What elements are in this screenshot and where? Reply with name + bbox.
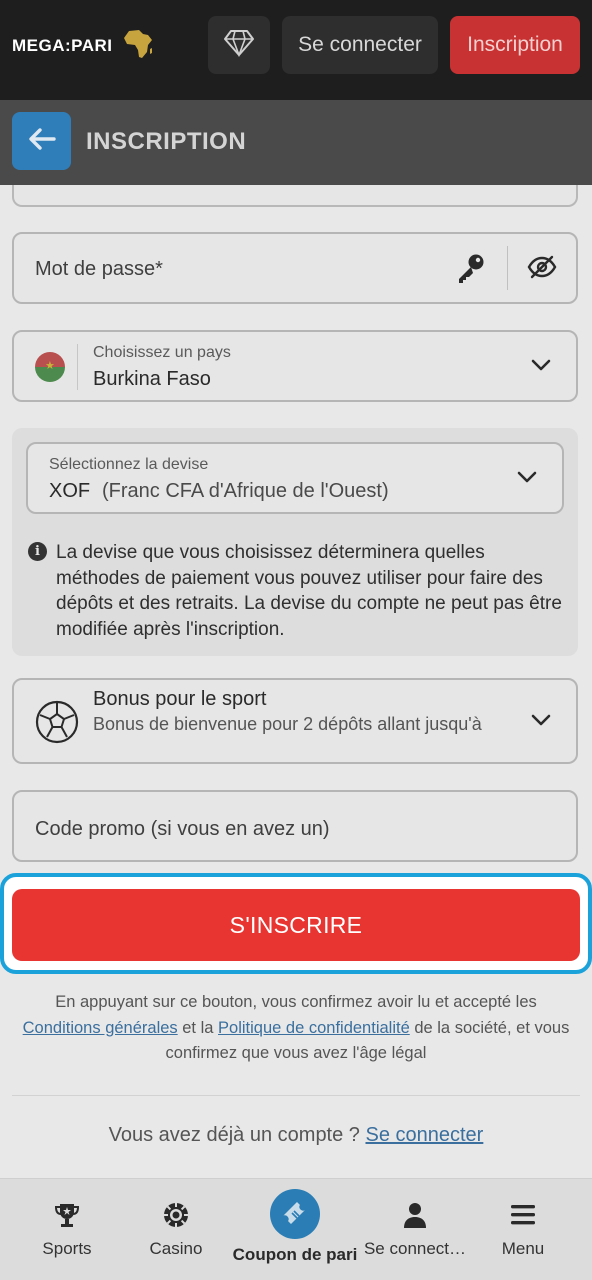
promo-code-field[interactable]: Code promo (si vous en avez un) [12, 790, 578, 862]
field-divider [507, 246, 508, 290]
nav-label: Menu [501, 1239, 545, 1258]
terms-text-part: et la [177, 1018, 219, 1037]
soccer-ball-icon [35, 700, 79, 749]
currency-select[interactable]: Sélectionnez la devise XOF (Franc CFA d'… [26, 442, 564, 514]
submit-highlight: S'INSCRIRE [0, 873, 592, 974]
divider [12, 1095, 580, 1096]
bonus-subtitle: Bonus de bienvenue pour 2 dépôts allant … [93, 714, 482, 734]
top-bar: MEGA:PARI Se connecter Inscription [0, 0, 592, 100]
have-account-line: Vous avez déjà un compte ? Se connecter [0, 1124, 592, 1147]
diamond-icon [223, 29, 255, 62]
back-button[interactable] [12, 112, 71, 170]
currency-name: (Franc CFA d'Afrique de l'Ouest) [102, 480, 389, 502]
nav-item-login[interactable]: Se connect… [360, 1179, 470, 1280]
bonus-title: Bonus pour le sport [93, 688, 267, 710]
ticket-icon [270, 1189, 320, 1239]
country-label: Choisissez un pays [93, 344, 231, 361]
currency-label: Sélectionnez la devise [49, 456, 209, 473]
have-account-question: Vous avez déjà un compte ? [108, 1124, 366, 1146]
info-icon: i [28, 542, 47, 561]
bonus-select[interactable]: Bonus pour le sport Bonus de bienvenue p… [12, 678, 578, 764]
page-title: INSCRIPTION [86, 128, 247, 155]
nav-label: Se connect… [363, 1239, 467, 1258]
terms-text: En appuyant sur ce bouton, vous confirme… [14, 990, 578, 1067]
nav-label: Sports [42, 1239, 92, 1258]
hamburger-icon [509, 1197, 537, 1233]
currency-info-text: La devise que vous choisissez déterminer… [56, 542, 562, 640]
nav-item-casino[interactable]: Casino [131, 1179, 221, 1280]
eye-off-icon[interactable] [527, 254, 557, 285]
chevron-down-icon [530, 358, 552, 377]
promo-placeholder: Code promo (si vous en avez un) [35, 818, 330, 840]
login-link[interactable]: Se connecter [365, 1124, 483, 1146]
header-signup-button[interactable]: Inscription [450, 16, 580, 74]
header-login-button[interactable]: Se connecter [282, 16, 438, 74]
africa-logo-icon [121, 28, 155, 65]
key-icon[interactable] [454, 252, 486, 289]
nav-label: Casino [149, 1239, 203, 1258]
page-header: INSCRIPTION [0, 100, 592, 185]
privacy-link[interactable]: Politique de confidentialité [218, 1019, 410, 1037]
trophy-icon [53, 1197, 81, 1233]
casino-chip-icon [162, 1197, 190, 1233]
chevron-down-icon [530, 713, 552, 732]
logo[interactable]: MEGA:PARI [12, 28, 155, 65]
field-divider [77, 344, 78, 390]
terms-text-part: En appuyant sur ce bouton, vous confirme… [55, 993, 537, 1011]
currency-code: XOF [49, 480, 91, 502]
previous-field[interactable] [12, 185, 578, 207]
logo-text: MEGA:PARI [12, 36, 113, 55]
chevron-down-icon [516, 470, 538, 489]
user-icon [401, 1197, 429, 1233]
nav-label: Coupon de pari [232, 1245, 358, 1264]
burkina-faso-flag-icon: ★ [35, 352, 65, 382]
password-placeholder: Mot de passe* [35, 258, 163, 280]
bottom-nav: Sports Casino Coupon de pari Se connect…… [0, 1178, 592, 1280]
password-field[interactable]: Mot de passe* [12, 232, 578, 304]
register-submit-button[interactable]: S'INSCRIRE [12, 889, 580, 961]
arrow-left-icon [28, 127, 56, 155]
currency-card: Sélectionnez la devise XOF (Franc CFA d'… [12, 428, 578, 656]
nav-item-sports[interactable]: Sports [22, 1179, 112, 1280]
nav-item-menu[interactable]: Menu [478, 1179, 568, 1280]
country-select[interactable]: ★ Choisissez un pays Burkina Faso [12, 330, 578, 402]
vip-gem-button[interactable] [208, 16, 270, 74]
conditions-link[interactable]: Conditions générales [23, 1019, 178, 1037]
nav-item-coupon[interactable]: Coupon de pari [230, 1179, 360, 1280]
country-value: Burkina Faso [93, 368, 211, 390]
